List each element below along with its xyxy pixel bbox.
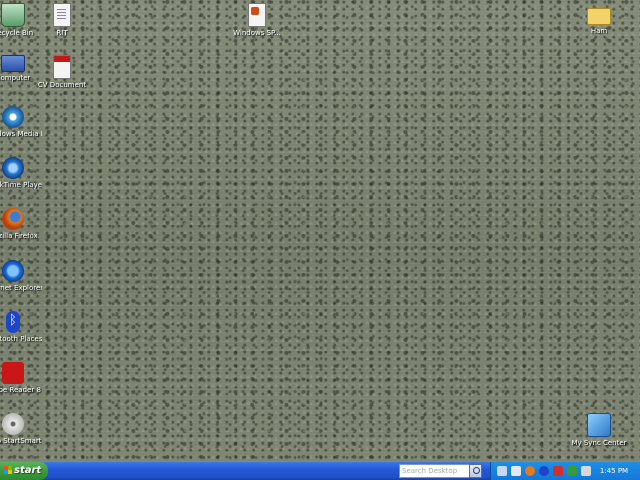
desktop-search-input[interactable]: Search Desktop xyxy=(399,464,477,478)
bluetooth-desktop-icon[interactable]: Bluetooth Places xyxy=(0,311,42,343)
icon-label: Windows Media Player xyxy=(0,130,42,138)
icon-label: RIT xyxy=(56,29,68,37)
powerpoint-icon xyxy=(248,3,266,27)
quicktime-desktop-icon[interactable]: QuickTime Player xyxy=(0,157,42,189)
icon-label: Bluetooth Places xyxy=(0,335,42,343)
firefox-icon xyxy=(2,208,24,230)
bluetooth-icon xyxy=(6,311,20,333)
adobe-reader-desktop-icon[interactable]: Adobe Reader 8 xyxy=(0,362,42,394)
windows-logo-icon xyxy=(4,466,12,474)
sync-center-icon xyxy=(587,413,611,437)
security-icon[interactable] xyxy=(553,466,563,476)
icon-label: My Sync Center xyxy=(571,439,627,447)
icon-label: Internet Explorer xyxy=(0,284,42,292)
ham-folder-desktop-icon[interactable]: Ham xyxy=(570,3,628,35)
media-player-icon xyxy=(2,106,24,128)
start-button[interactable]: start xyxy=(0,462,48,480)
media-player-desktop-icon[interactable]: Windows Media Player xyxy=(0,106,42,138)
language-icon[interactable] xyxy=(567,466,577,476)
internet-explorer-icon xyxy=(2,260,24,282)
rit-desktop-icon[interactable]: RIT xyxy=(33,3,91,37)
computer-icon xyxy=(1,55,25,72)
start-label: start xyxy=(14,465,42,476)
recycle-bin-icon xyxy=(1,3,25,27)
adobe-reader-icon xyxy=(2,362,24,384)
clock[interactable]: 1:45 PM xyxy=(591,462,637,480)
icon-label: Mozilla Firefox xyxy=(0,232,38,240)
icon-label: Nero StartSmart xyxy=(0,437,42,445)
firefox-tray-icon[interactable] xyxy=(525,466,535,476)
bluetooth-tray-icon[interactable] xyxy=(539,466,549,476)
icon-label: CV Document xyxy=(37,81,87,89)
windows-sp-desktop-icon[interactable]: Windows SP... xyxy=(228,3,286,37)
network-icon[interactable] xyxy=(497,466,507,476)
folder-icon xyxy=(587,8,611,25)
desktop[interactable]: Recycle Bin RIT Windows SP... Ham Comput… xyxy=(0,0,640,462)
cv-document-desktop-icon[interactable]: CV Document xyxy=(33,55,91,89)
internet-explorer-desktop-icon[interactable]: Internet Explorer xyxy=(0,260,42,292)
quicktime-icon xyxy=(2,157,24,179)
volume-icon[interactable] xyxy=(511,466,521,476)
taskbar: start Search Desktop 1:45 PM xyxy=(0,462,640,480)
cd-icon xyxy=(2,413,24,435)
sync-center-desktop-icon[interactable]: My Sync Center xyxy=(570,413,628,447)
icon-label: Windows SP... xyxy=(233,29,281,37)
firefox-desktop-icon[interactable]: Mozilla Firefox xyxy=(0,208,42,240)
icon-label: QuickTime Player xyxy=(0,181,42,189)
nero-desktop-icon[interactable]: Nero StartSmart xyxy=(0,413,42,445)
battery-icon[interactable] xyxy=(581,466,591,476)
pdf-document-icon xyxy=(53,55,71,79)
icon-label: Ham xyxy=(590,27,608,35)
search-icon[interactable] xyxy=(469,464,482,478)
document-icon xyxy=(53,3,71,27)
icon-label: Adobe Reader 8 xyxy=(0,386,41,394)
